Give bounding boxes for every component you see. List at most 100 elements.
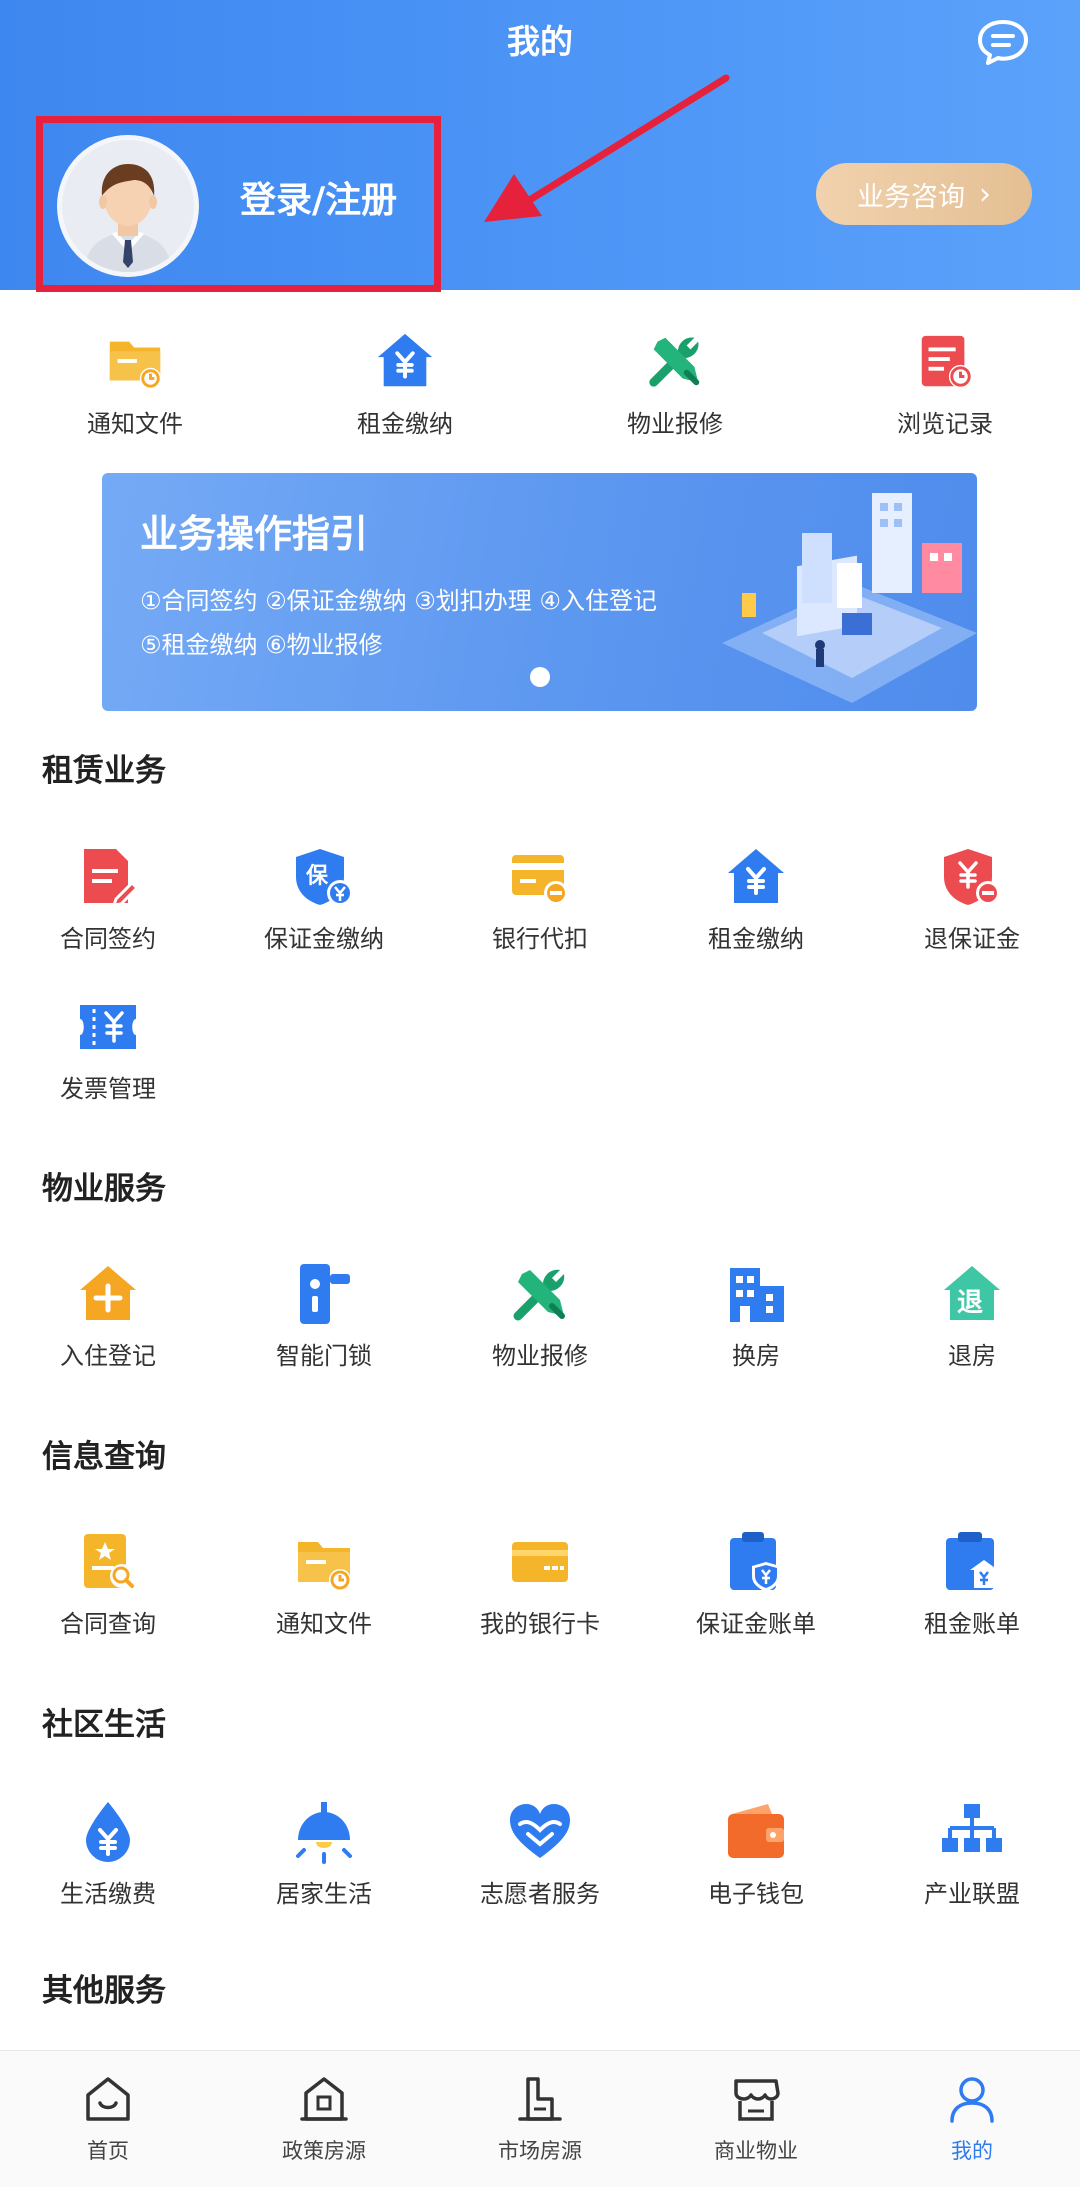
- grid-item-deposit-bill[interactable]: 保证金账单: [648, 1530, 864, 1680]
- grid-item-label: 志愿者服务: [480, 1880, 600, 1908]
- quick-links: 通知文件 租金缴纳 物业报修 浏览记录: [0, 330, 1080, 460]
- info-query-grid: 合同查询 通知文件 我的银行卡 保证金账单 租金账单: [0, 1530, 1080, 1680]
- quick-notice-files[interactable]: 通知文件: [0, 330, 270, 460]
- annotation-arrow-icon: [484, 74, 730, 222]
- grid-item-notice-files[interactable]: 通知文件: [216, 1530, 432, 1680]
- house-yen-icon: [377, 333, 433, 387]
- tools-icon: [649, 337, 700, 387]
- avatar[interactable]: [57, 135, 199, 277]
- community-life-grid: 生活缴费 居家生活 志愿者服务 电子钱包 产业联盟: [0, 1800, 1080, 1950]
- tab-policy-housing[interactable]: 政策房源: [216, 2051, 432, 2187]
- grid-item-rent-payment[interactable]: 租金缴纳: [648, 845, 864, 995]
- grid-item-deposit-refund[interactable]: 退保证金: [864, 845, 1080, 995]
- tools-icon: [513, 1269, 565, 1321]
- building-icon: [730, 1268, 784, 1322]
- tab-label: 首页: [87, 2139, 129, 2163]
- grid-item-check-in[interactable]: 入住登记: [0, 1262, 216, 1412]
- quick-rent-payment[interactable]: 租金缴纳: [270, 330, 540, 460]
- section-title-property: 物业服务: [42, 1171, 166, 1207]
- wallet-icon: [728, 1804, 784, 1858]
- grid-item-volunteer-service[interactable]: 志愿者服务: [432, 1800, 648, 1950]
- grid-item-bank-card[interactable]: 我的银行卡: [432, 1530, 648, 1680]
- grid-item-label: 退保证金: [924, 925, 1020, 953]
- section-title-other: 其他服务: [42, 1973, 166, 2009]
- guide-banner[interactable]: 业务操作指引 ①合同签约 ②保证金缴纳 ③划扣办理 ④入住登记 ⑤租金缴纳 ⑥物…: [102, 473, 977, 711]
- grid-item-e-wallet[interactable]: 电子钱包: [648, 1800, 864, 1950]
- folder-clock-icon: [109, 341, 162, 390]
- page-title: 我的: [507, 22, 573, 61]
- default-avatar-icon: [62, 140, 194, 272]
- quick-item-label: 浏览记录: [897, 410, 993, 438]
- grid-item-label: 保证金账单: [696, 1610, 816, 1638]
- grid-item-contract-query[interactable]: 合同查询: [0, 1530, 216, 1680]
- banner-page-indicator[interactable]: [530, 667, 550, 687]
- consult-label: 业务咨询: [857, 181, 965, 213]
- grid-item-utility-payment[interactable]: 生活缴费: [0, 1800, 216, 1950]
- grid-item-change-room[interactable]: 换房: [648, 1262, 864, 1412]
- banner-steps-line-1: ①合同签约 ②保证金缴纳 ③划扣办理 ④入住登记: [140, 587, 657, 615]
- heart-hands-icon: [510, 1804, 570, 1858]
- section-title-info: 信息查询: [42, 1439, 166, 1475]
- invoice-ticket-icon: [80, 1005, 136, 1049]
- grid-item-label: 入住登记: [60, 1342, 156, 1370]
- market-house-icon: [518, 2077, 562, 2121]
- grid-item-smart-lock[interactable]: 智能门锁: [216, 1262, 432, 1412]
- tab-mine[interactable]: 我的: [864, 2051, 1080, 2187]
- water-drop-yen-icon: [86, 1802, 130, 1862]
- contract-search-icon: [84, 1534, 134, 1588]
- policy-house-icon: [300, 2077, 348, 2121]
- tab-label: 市场房源: [498, 2139, 582, 2163]
- bottom-tab-bar: 首页 政策房源 市场房源 商业物业 我的: [0, 2050, 1080, 2187]
- section-title-community: 社区生活: [42, 1707, 166, 1743]
- grid-item-invoice-management[interactable]: 发票管理: [0, 995, 216, 1145]
- grid-item-label: 智能门锁: [276, 1342, 372, 1370]
- svg-text:退: 退: [957, 1288, 983, 1318]
- grid-item-home-life[interactable]: 居家生活: [216, 1800, 432, 1950]
- grid-item-check-out[interactable]: 退 退房: [864, 1262, 1080, 1412]
- grid-item-label: 合同签约: [60, 925, 156, 953]
- grid-item-label: 租金账单: [924, 1610, 1020, 1638]
- login-register-label[interactable]: 登录/注册: [240, 177, 397, 225]
- grid-item-label: 发票管理: [60, 1075, 156, 1103]
- login-register-area[interactable]: 登录/注册: [36, 116, 441, 292]
- grid-item-label: 我的银行卡: [480, 1610, 600, 1638]
- city-illustration-icon: [722, 493, 977, 703]
- grid-item-property-repair[interactable]: 物业报修: [432, 1262, 648, 1412]
- grid-item-label: 保证金缴纳: [264, 925, 384, 953]
- lease-services-grid: 合同签约 保 保证金缴纳 银行代扣 租金缴纳 退保证金 发票管理: [0, 845, 1080, 1145]
- tab-market-housing[interactable]: 市场房源: [432, 2051, 648, 2187]
- svg-text:保: 保: [305, 864, 329, 889]
- banner-title: 业务操作指引: [140, 512, 369, 556]
- grid-item-industry-alliance[interactable]: 产业联盟: [864, 1800, 1080, 1950]
- profile-header: 我的 登录/注册 业务咨询 ›: [0, 0, 1080, 292]
- grid-item-bank-deduction[interactable]: 银行代扣: [432, 845, 648, 995]
- deposit-shield-icon: 保: [296, 849, 353, 906]
- tab-commercial-property[interactable]: 商业物业: [648, 2051, 864, 2187]
- message-icon[interactable]: [976, 18, 1030, 66]
- quick-property-repair[interactable]: 物业报修: [540, 330, 810, 460]
- grid-item-deposit-payment[interactable]: 保 保证金缴纳: [216, 845, 432, 995]
- lamp-icon: [296, 1802, 352, 1864]
- banner-steps-line-2: ⑤租金缴纳 ⑥物业报修: [140, 631, 383, 659]
- quick-item-label: 通知文件: [87, 410, 183, 438]
- document-clock-icon: [921, 335, 973, 389]
- house-yen-icon: [728, 849, 784, 903]
- folder-clock-icon: [298, 1542, 351, 1591]
- bank-card-icon: [512, 1542, 568, 1582]
- quick-browse-history[interactable]: 浏览记录: [810, 330, 1080, 460]
- home-icon: [86, 2077, 130, 2121]
- grid-item-contract-sign[interactable]: 合同签约: [0, 845, 216, 995]
- grid-item-label: 银行代扣: [492, 925, 588, 953]
- property-services-grid: 入住登记 智能门锁 物业报修 换房 退 退房: [0, 1262, 1080, 1412]
- grid-item-label: 通知文件: [276, 1610, 372, 1638]
- grid-item-label: 换房: [732, 1342, 780, 1370]
- grid-item-rent-bill[interactable]: 租金账单: [864, 1530, 1080, 1680]
- tab-home[interactable]: 首页: [0, 2051, 216, 2187]
- tab-label: 我的: [951, 2139, 993, 2163]
- consult-button[interactable]: 业务咨询 ›: [816, 163, 1032, 225]
- org-chart-icon: [942, 1804, 1002, 1852]
- grid-item-label: 租金缴纳: [708, 925, 804, 953]
- user-icon: [950, 2077, 994, 2123]
- clipboard-shield-icon: [730, 1532, 780, 1592]
- quick-item-label: 物业报修: [627, 410, 723, 438]
